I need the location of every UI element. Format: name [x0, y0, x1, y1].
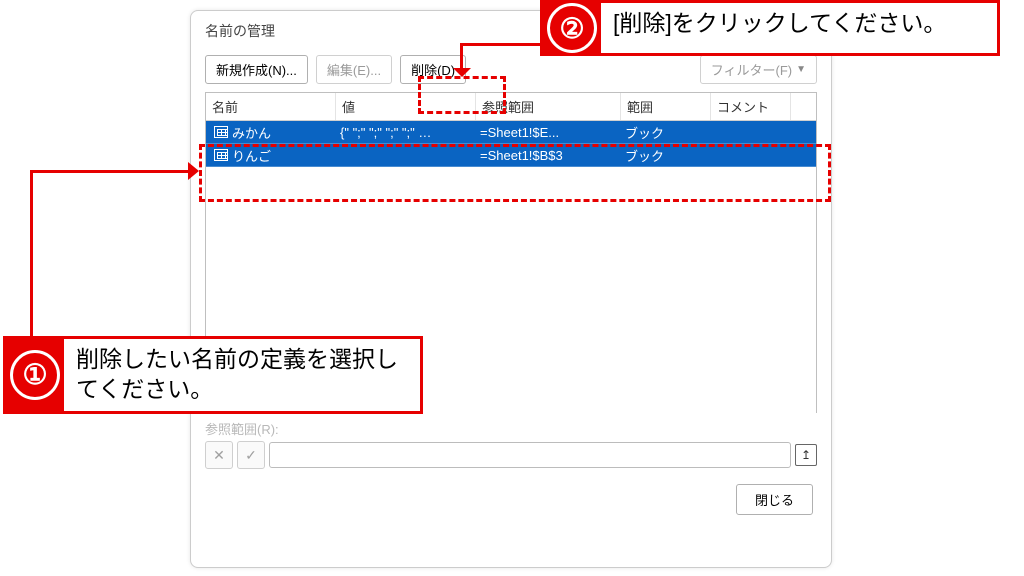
ref-range-input[interactable] [269, 442, 791, 468]
edit-button: 編集(E)... [316, 55, 392, 84]
filter-button[interactable]: フィルター(F) ▼ [700, 55, 817, 84]
col-value[interactable]: 値 [336, 93, 476, 120]
confirm-ref-button: ✓ [237, 441, 265, 469]
defined-name-icon [214, 149, 228, 161]
cell-name: みかん [228, 123, 336, 142]
annotation-callout-1: ① 削除したい名前の定義を選択してください。 [3, 336, 423, 414]
annotation-arrow [460, 43, 463, 71]
cell-ref: =Sheet1!$E... [476, 125, 621, 140]
col-name[interactable]: 名前 [206, 93, 336, 120]
table-header: 名前 値 参照範囲 範囲 コメント [206, 93, 816, 121]
name-manager-dialog: 名前の管理 ✕ 新規作成(N)... 編集(E)... 削除(D) フィルター(… [190, 10, 832, 568]
cell-scope: ブック [621, 123, 711, 142]
dialog-footer: 閉じる [191, 478, 831, 515]
col-comment[interactable]: コメント [711, 93, 791, 120]
chevron-down-icon: ▼ [796, 64, 806, 75]
annotation-callout-2: ② [削除]をクリックしてください。 [540, 0, 1000, 56]
annotation-arrow [30, 170, 33, 338]
collapse-dialog-icon[interactable]: ↥ [795, 444, 817, 466]
filter-label: フィルター(F) [711, 60, 792, 79]
table-row[interactable]: みかん {" ";" ";" ";" ";" … =Sheet1!$E... ブ… [206, 121, 816, 144]
cell-scope: ブック [621, 146, 711, 165]
new-button[interactable]: 新規作成(N)... [205, 55, 308, 84]
annotation-arrow [30, 170, 190, 173]
annotation-arrowhead [453, 68, 471, 77]
annotation-text-2: [削除]をクリックしてください。 [601, 3, 997, 53]
defined-name-icon [214, 126, 228, 138]
annotation-arrow [460, 43, 540, 46]
table-row[interactable]: りんご =Sheet1!$B$3 ブック [206, 144, 816, 167]
cell-value: {" ";" ";" ";" ";" … [336, 125, 476, 140]
ref-range-label: 参照範囲(R): [205, 419, 817, 438]
annotation-number-1: ① [6, 339, 64, 411]
col-ref[interactable]: 参照範囲 [476, 93, 621, 120]
annotation-number-2: ② [543, 3, 601, 53]
cancel-ref-button: ✕ [205, 441, 233, 469]
cell-ref: =Sheet1!$B$3 [476, 148, 621, 163]
annotation-arrowhead [188, 162, 199, 180]
cell-name: りんご [228, 146, 336, 165]
close-button[interactable]: 閉じる [736, 484, 813, 515]
col-scope[interactable]: 範囲 [621, 93, 711, 120]
annotation-text-1: 削除したい名前の定義を選択してください。 [64, 339, 420, 411]
ref-range-row: ✕ ✓ ↥ [205, 440, 817, 470]
